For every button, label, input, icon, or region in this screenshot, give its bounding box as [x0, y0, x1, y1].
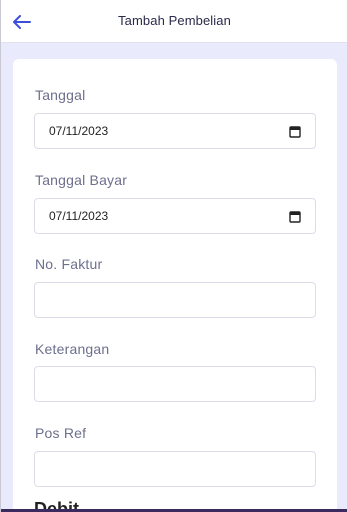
tanggal-date-value: 07/11/2023: [49, 124, 109, 138]
calendar-icon[interactable]: [289, 210, 301, 223]
tanggal-date-input[interactable]: 07/11/2023: [34, 113, 316, 149]
pos-ref-input[interactable]: [34, 451, 316, 487]
calendar-icon[interactable]: [289, 125, 301, 138]
page-title: Tambah Pembelian: [118, 13, 231, 28]
pos-ref-label: Pos Ref: [35, 425, 87, 441]
top-bar: Tambah Pembelian: [1, 0, 347, 43]
no-faktur-input[interactable]: [34, 282, 316, 318]
form-card: Tanggal 07/11/2023 Tanggal Bayar 07/11/2…: [13, 59, 337, 512]
tanggal-bayar-date-value: 07/11/2023: [49, 209, 109, 223]
keterangan-input[interactable]: [34, 366, 316, 402]
app-frame: Tambah Pembelian Tanggal 07/11/2023 Tang…: [0, 0, 347, 512]
tanggal-label: Tanggal: [35, 87, 86, 103]
tanggal-bayar-date-input[interactable]: 07/11/2023: [34, 198, 316, 234]
tanggal-bayar-label: Tanggal Bayar: [35, 172, 128, 188]
keterangan-label: Keterangan: [35, 341, 110, 357]
no-faktur-label: No. Faktur: [35, 256, 103, 272]
